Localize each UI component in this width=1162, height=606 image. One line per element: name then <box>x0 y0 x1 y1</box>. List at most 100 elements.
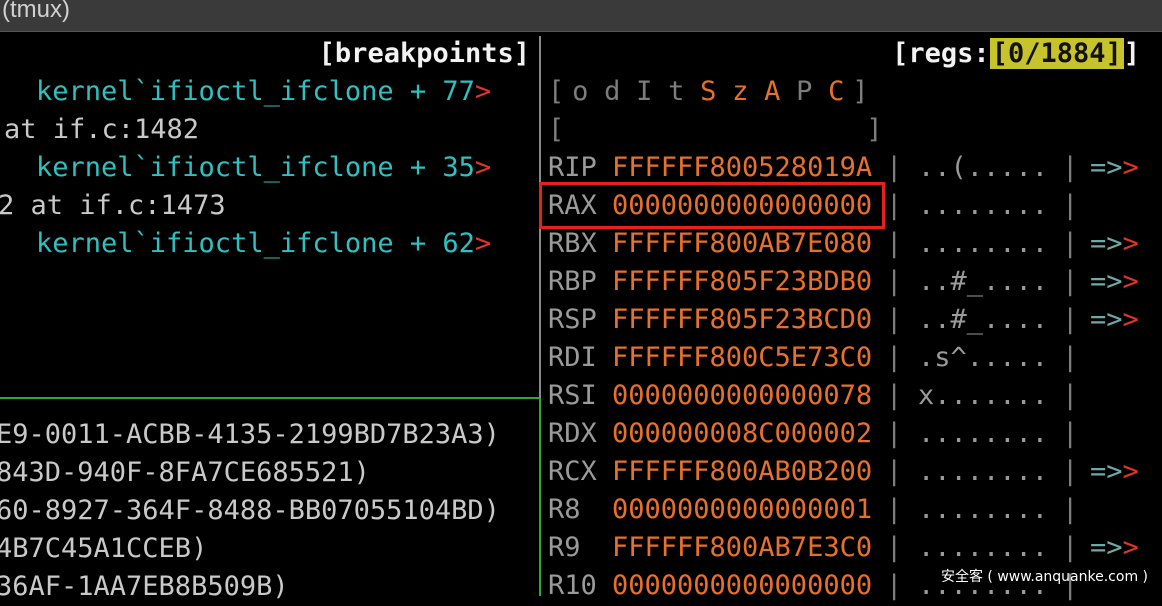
register-ascii: ........ <box>918 418 1049 449</box>
arrow-shaft: => <box>1090 456 1123 487</box>
arrow-head: > <box>1122 304 1139 335</box>
pane-divider-horizontal[interactable] <box>0 397 539 399</box>
regs-header: [regs:[0/1884]] <box>892 35 1140 73</box>
register-name: R8 <box>548 494 581 525</box>
breakpoint-frame: kernel`ifioctl_ifclone + 62 <box>36 228 475 259</box>
register-ascii: ..#_.... <box>918 304 1049 335</box>
register-deref-arrow: =>> <box>1090 301 1139 339</box>
register-separator: | <box>886 304 903 335</box>
register-value: 0000000000000000 <box>612 570 873 601</box>
flag-t: t <box>668 76 685 107</box>
arrow-shaft: => <box>1090 152 1123 183</box>
breakpoint-arrow: > <box>474 152 492 183</box>
register-deref-arrow: =>> <box>1090 149 1139 187</box>
uuid-line: 36AF-1AA7EB8B509B) <box>0 571 289 602</box>
breakpoint-row[interactable]: kernel`ifioctl_ifclone + 77> <box>36 73 491 111</box>
regs-counter-badge: [0/1884] <box>989 38 1124 69</box>
register-separator: | <box>1062 342 1079 373</box>
breakpoint-arrow: > <box>474 228 492 259</box>
register-value: FFFFFF800AB0B200 <box>612 456 873 487</box>
breakpoint-row[interactable]: kernel`ifioctl_ifclone + 62> <box>36 225 491 263</box>
register-ascii: x....... <box>918 380 1049 411</box>
register-name: R9 <box>548 532 581 563</box>
register-value: FFFFFF800AB7E3C0 <box>612 532 873 563</box>
breakpoints-header: [breakpoints] <box>318 38 530 69</box>
register-value: FFFFFF800C5E73C0 <box>612 342 873 373</box>
register-separator: | <box>1062 228 1079 259</box>
register-ascii: ........ <box>918 190 1049 221</box>
pane-divider-vertical-active[interactable] <box>539 398 541 596</box>
arrow-shaft: => <box>1090 228 1123 259</box>
register-ascii: ........ <box>918 494 1049 525</box>
arrow-head: > <box>1122 152 1139 183</box>
register-name: RDX <box>548 418 597 449</box>
register-separator: | <box>1062 266 1079 297</box>
empty-close-bracket: ] <box>866 114 883 145</box>
uuid-line: E9-0011-ACBB-4135-2199BD7B23A3) <box>0 419 500 450</box>
window-titlebar: (tmux) <box>0 0 1162 32</box>
uuid-line: 60-8927-364F-8488-BB07055104BD) <box>0 495 500 526</box>
register-separator: | <box>886 342 903 373</box>
register-separator: | <box>886 266 903 297</box>
arrow-head: > <box>1122 228 1139 259</box>
rax-highlight-box <box>539 182 885 229</box>
register-value: 0000000000000001 <box>612 494 873 525</box>
register-ascii: ........ <box>918 456 1049 487</box>
flags-close-bracket: ] <box>852 76 869 107</box>
register-name: RSI <box>548 380 597 411</box>
register-separator: | <box>1062 418 1079 449</box>
register-ascii: ..(..... <box>918 152 1049 183</box>
register-separator: | <box>886 228 903 259</box>
register-value: FFFFFF805F23BDB0 <box>612 266 873 297</box>
register-value: 0000000000000078 <box>612 380 873 411</box>
register-ascii: ........ <box>918 228 1049 259</box>
register-separator: | <box>1062 494 1079 525</box>
register-value: FFFFFF800AB7E080 <box>612 228 873 259</box>
register-separator: | <box>886 418 903 449</box>
regs-header-label: [regs: <box>892 38 990 69</box>
register-separator: | <box>1062 152 1079 183</box>
register-name: RSP <box>548 304 597 335</box>
register-deref-arrow: =>> <box>1090 263 1139 301</box>
register-value: 000000008C000002 <box>612 418 873 449</box>
regs-header-close: ] <box>1123 38 1140 69</box>
register-name: RDI <box>548 342 597 373</box>
breakpoint-location: 2 at if.c:1473 <box>0 190 226 221</box>
register-name: RCX <box>548 456 597 487</box>
flag-z: z <box>732 76 749 107</box>
register-deref-arrow: =>> <box>1090 225 1139 263</box>
register-separator: | <box>886 494 903 525</box>
flags-open-bracket: [ <box>548 76 565 107</box>
register-separator: | <box>886 532 903 563</box>
arrow-head: > <box>1122 266 1139 297</box>
register-name: R10 <box>548 570 597 601</box>
breakpoint-location: at if.c:1482 <box>4 114 200 145</box>
register-separator: | <box>1062 380 1079 411</box>
register-separator: | <box>886 152 903 183</box>
register-deref-arrow: =>> <box>1090 453 1139 491</box>
uuid-line: 4B7C45A1CCEB) <box>0 533 208 564</box>
register-name: RBP <box>548 266 597 297</box>
arrow-head: > <box>1122 532 1139 563</box>
register-separator: | <box>1062 190 1079 221</box>
register-separator: | <box>886 380 903 411</box>
register-name: RBX <box>548 228 597 259</box>
register-separator: | <box>886 190 903 221</box>
window-title: (tmux) <box>2 0 70 23</box>
empty-open-bracket: [ <box>548 114 565 145</box>
flag-I: I <box>636 76 653 107</box>
register-separator: | <box>1062 456 1079 487</box>
flag-P: P <box>796 76 813 107</box>
breakpoint-frame: kernel`ifioctl_ifclone + 77 <box>36 76 475 107</box>
flags-row: [o d It Sz A P C] <box>548 73 869 111</box>
register-value: FFFFFF805F23BCD0 <box>612 304 873 335</box>
register-deref-arrow: =>> <box>1090 529 1139 567</box>
register-ascii: .s^..... <box>918 342 1049 373</box>
arrow-shaft: => <box>1090 266 1123 297</box>
flag-C: C <box>828 76 845 107</box>
flags-list: odItSzAPC <box>564 76 852 107</box>
arrow-shaft: => <box>1090 532 1123 563</box>
arrow-shaft: => <box>1090 304 1123 335</box>
empty-bracket-row: [] <box>548 111 883 149</box>
breakpoint-row[interactable]: kernel`ifioctl_ifclone + 35> <box>36 149 491 187</box>
